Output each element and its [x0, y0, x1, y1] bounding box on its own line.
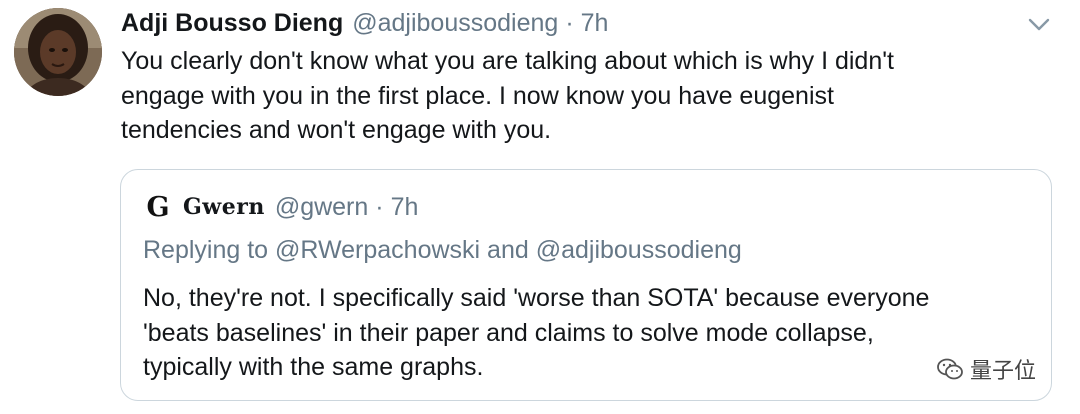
avatar[interactable]: [14, 8, 102, 96]
quoted-tweet-text-line: No, they're not. I specifically said 'wo…: [143, 284, 930, 312]
quoted-author-name: Gwern: [183, 194, 265, 220]
quoted-author-handle: @gwern: [274, 192, 369, 221]
tweet-text-line: tendencies and won't engage with you.: [121, 116, 552, 144]
quoted-tweet-timestamp: 7h: [390, 192, 419, 221]
quoted-author-avatar: G: [146, 191, 170, 223]
quoted-tweet-text-line: 'beats baselines' in their paper and cla…: [143, 318, 874, 347]
watermark-text: 量子位: [970, 359, 1037, 384]
tweet-text: You clearly don't know what you are talk…: [121, 44, 1041, 148]
quoted-tweet-card[interactable]: G Gwern @gwern · 7h Replying to @RWerpac…: [120, 169, 1052, 401]
tweet-header: Adji Bousso Dieng @adjiboussodieng · 7h: [121, 6, 608, 40]
watermark: 量子位: [936, 352, 1036, 386]
chevron-down-icon: [1028, 18, 1050, 31]
separator-dot: ·: [375, 192, 384, 221]
quoted-tweet-text: No, they're not. I specifically said 'wo…: [143, 281, 1043, 385]
tweet-text-line: You clearly don't know what you are talk…: [121, 47, 894, 75]
author-name[interactable]: Adji Bousso Dieng: [121, 9, 343, 38]
replying-to: Replying to @RWerpachowski and @adjibous…: [143, 236, 742, 264]
tweet-text-line: engage with you in the first place. I no…: [121, 81, 834, 110]
wechat-icon: [936, 357, 964, 381]
avatar-photo: [14, 8, 102, 96]
quoted-tweet-text-line: typically with the same graphs.: [143, 353, 484, 381]
quoted-tweet-header: G Gwern @gwern · 7h: [143, 190, 418, 224]
author-handle[interactable]: @adjiboussodieng: [352, 9, 558, 38]
tweet-timestamp[interactable]: 7h: [581, 9, 609, 38]
tweet-menu-button[interactable]: [1024, 12, 1054, 38]
separator-dot: ·: [565, 8, 574, 37]
